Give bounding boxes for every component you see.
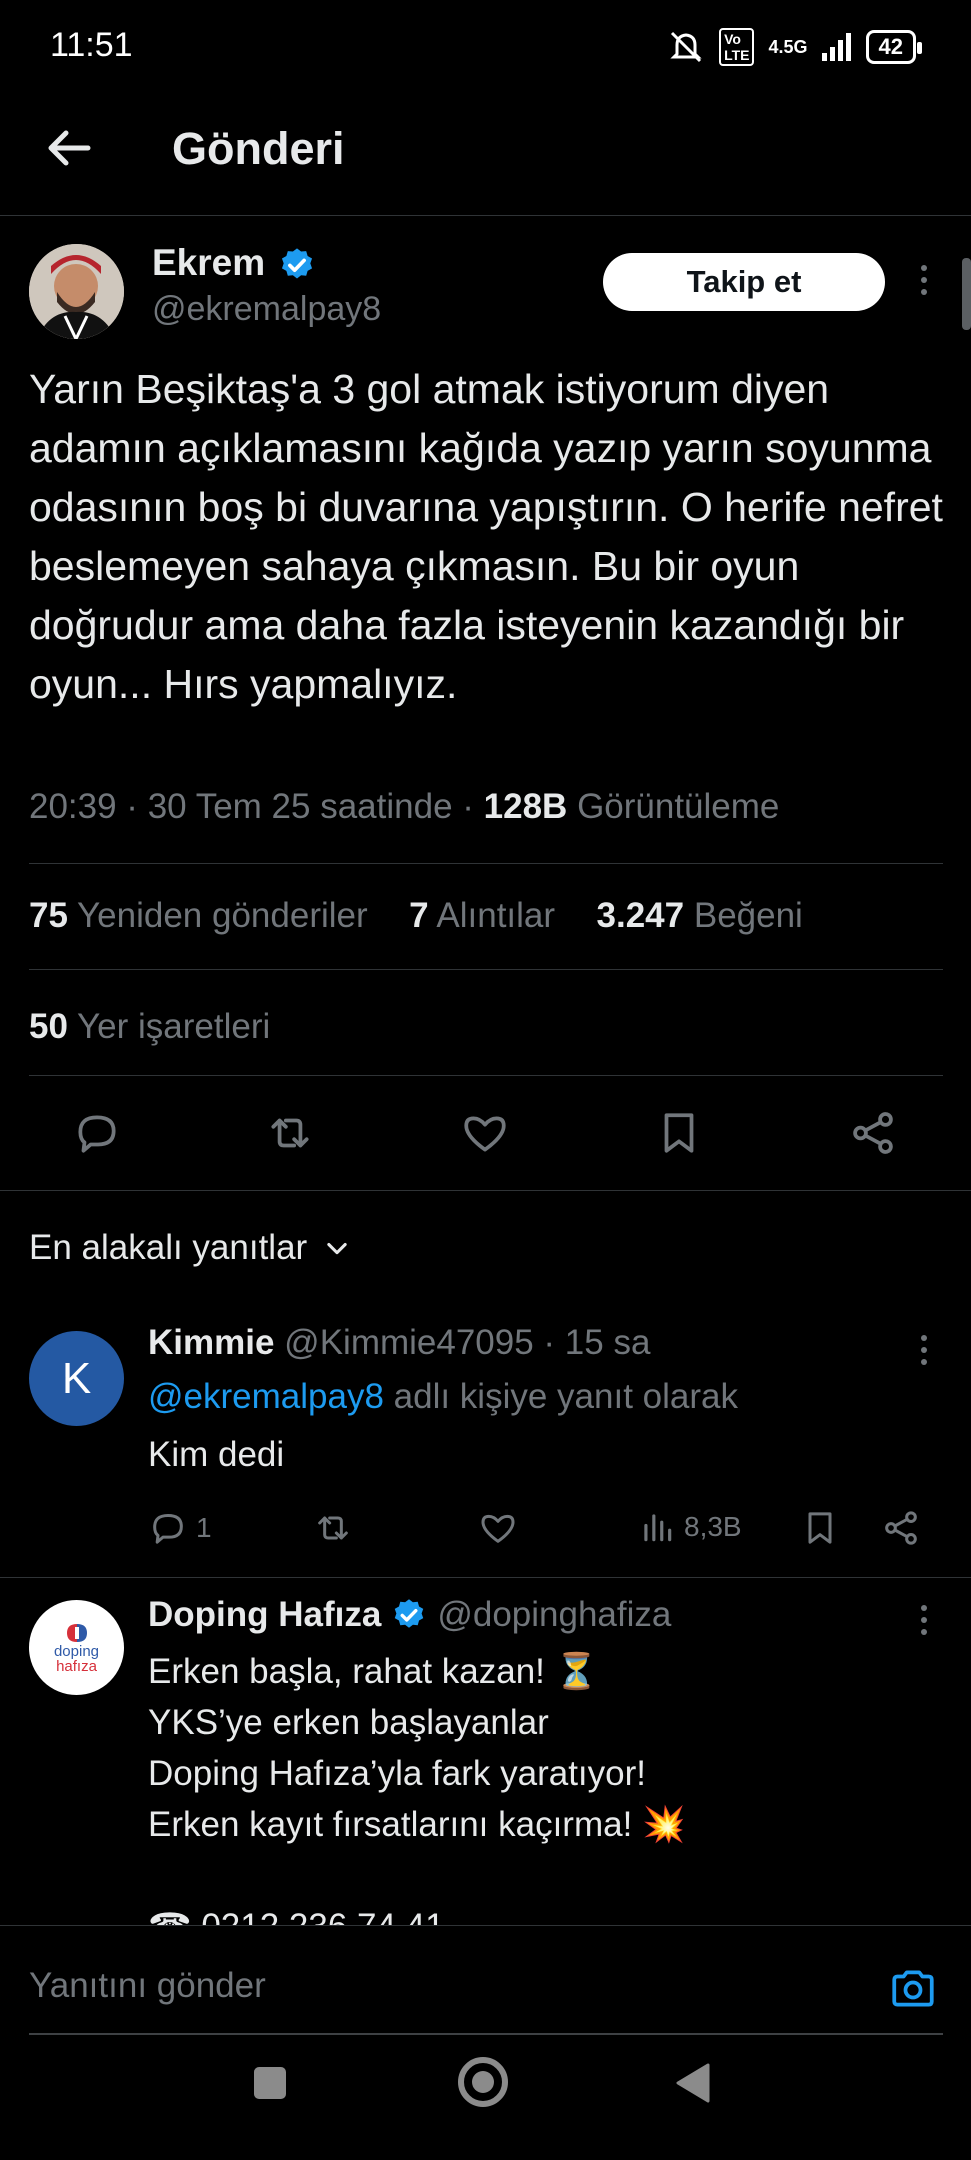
system-nav-bar xyxy=(0,2035,971,2160)
status-time: 11:51 xyxy=(50,26,133,64)
back-arrow-icon[interactable] xyxy=(44,123,94,173)
quotes-label: Alıntılar xyxy=(436,896,556,935)
mute-icon xyxy=(670,31,702,63)
divider xyxy=(29,969,943,970)
header: Gönderi xyxy=(0,95,971,216)
repost-icon[interactable] xyxy=(313,1508,353,1548)
reply-to-link[interactable]: @ekremalpay8 xyxy=(148,1377,384,1416)
scrollbar-thumb[interactable] xyxy=(962,258,971,330)
reply-line: Erken başla, rahat kazan! ⏳ xyxy=(148,1652,599,1691)
likes-stat[interactable]: 3.247 Beğeni xyxy=(597,896,803,935)
reply-avatar[interactable]: K xyxy=(29,1331,124,1426)
reply-icon xyxy=(153,1514,183,1544)
views-count: 8,3B xyxy=(684,1511,742,1542)
bookmark-icon[interactable] xyxy=(654,1108,704,1158)
recents-button[interactable] xyxy=(254,2067,286,2099)
share-icon[interactable] xyxy=(881,1508,921,1548)
section-divider xyxy=(0,1190,971,1191)
post-action-bar xyxy=(0,1108,971,1158)
share-icon[interactable] xyxy=(848,1108,898,1158)
reposts-stat[interactable]: 75 Yeniden gönderiler xyxy=(29,896,368,935)
verified-badge-icon xyxy=(395,1599,424,1628)
follow-button[interactable]: Takip et xyxy=(603,253,885,311)
camera-icon[interactable] xyxy=(888,1964,938,2014)
brand-logo-icon xyxy=(66,1623,87,1642)
reply-line: Doping Hafıza’yla fark yaratıyor! xyxy=(148,1754,646,1793)
engagement-stats: 75 Yeniden gönderiler 7 Alıntılar 3.247 … xyxy=(29,896,803,936)
reply-count: 1 xyxy=(196,1512,212,1543)
avatar-brand-bottom: hafıza xyxy=(56,1657,97,1675)
battery-icon: 42 xyxy=(865,30,923,64)
bookmark-icon[interactable] xyxy=(800,1508,840,1548)
bookmarks-stat[interactable]: 50 Yer işaretleri xyxy=(29,1007,270,1047)
network-type: 4.5G xyxy=(768,36,808,57)
quotes-count: 7 xyxy=(409,896,429,935)
views-chart-icon xyxy=(644,1514,672,1542)
volte-icon: Vo LTE xyxy=(719,28,755,66)
reply-author-handle[interactable]: @dopinghafiza xyxy=(437,1595,671,1635)
page-title: Gönderi xyxy=(172,123,345,174)
divider xyxy=(29,1075,943,1076)
reply-input[interactable]: Yanıtını gönder xyxy=(29,1966,266,2006)
replies-filter-label: En alakalı yanıtlar xyxy=(29,1228,308,1267)
views-action[interactable]: 8,3B xyxy=(638,1508,742,1546)
reposts-count: 75 xyxy=(29,896,68,935)
reply-context: @ekremalpay8 adlı kişiye yanıt olarak xyxy=(148,1377,738,1417)
reply-line: Erken kayıt fırsatlarını kaçırma! 💥 xyxy=(148,1805,686,1844)
reply-line: YKS’ye erken başlayanlar xyxy=(148,1703,549,1742)
author-handle[interactable]: @ekremalpay8 xyxy=(152,290,381,329)
reply-header: Kimmie @Kimmie47095 · 15 sa xyxy=(148,1323,650,1363)
author-name[interactable]: Ekrem xyxy=(152,242,265,284)
post-text: Yarın Beşiktaş'a 3 gol atmak istiyorum d… xyxy=(29,366,943,707)
reply-text: Kim dedi xyxy=(148,1435,285,1474)
status-bar: 11:51 Vo LTE 4.5G 42 xyxy=(0,0,971,95)
reposts-label: Yeniden gönderiler xyxy=(77,896,368,935)
reply-more-options-icon[interactable] xyxy=(906,1332,942,1368)
post-time: 20:39 · 30 Tem 25 saatinde · xyxy=(29,787,484,826)
repost-icon[interactable] xyxy=(265,1108,315,1158)
reply-author-handle[interactable]: @Kimmie47095 · 15 sa xyxy=(284,1323,650,1362)
reply-composer: Yanıtını gönder xyxy=(0,1925,971,2036)
reply-author-name[interactable]: Kimmie xyxy=(148,1323,274,1362)
reply-to-suffix: adlı kişiye yanıt olarak xyxy=(383,1377,738,1416)
reply-more-options-icon[interactable] xyxy=(906,1602,942,1638)
replies-filter[interactable]: En alakalı yanıtlar xyxy=(29,1228,351,1268)
reply-divider xyxy=(0,1577,971,1578)
like-icon[interactable] xyxy=(478,1508,518,1548)
reply-icon[interactable] xyxy=(72,1108,122,1158)
status-icons: Vo LTE 4.5G 42 xyxy=(667,28,923,66)
reply-header: Doping Hafıza @dopinghafiza xyxy=(148,1595,671,1635)
avatar-brand-top: doping xyxy=(53,1642,100,1660)
bookmarks-label: Yer işaretleri xyxy=(77,1007,271,1046)
likes-count: 3.247 xyxy=(596,896,685,935)
bookmarks-count: 50 xyxy=(29,1007,68,1046)
views-count: 128B xyxy=(483,787,568,826)
signal-icon xyxy=(821,33,851,61)
avatar-letter: K xyxy=(61,1353,92,1403)
reply-reply-action[interactable]: 1 xyxy=(148,1508,212,1548)
likes-label: Beğeni xyxy=(693,896,803,935)
home-button[interactable] xyxy=(458,2057,508,2107)
reply-avatar[interactable]: doping hafıza xyxy=(29,1600,124,1695)
back-button-icon[interactable] xyxy=(672,2061,712,2105)
reply-action-bar: 1 8,3B xyxy=(148,1508,928,1548)
reply-text: Erken başla, rahat kazan! ⏳ YKS’ye erken… xyxy=(148,1646,686,1952)
more-options-icon[interactable] xyxy=(906,262,942,298)
divider xyxy=(29,863,943,864)
quotes-stat[interactable]: 7 Alıntılar xyxy=(409,896,555,935)
verified-badge-icon xyxy=(281,248,313,279)
like-icon[interactable] xyxy=(460,1108,510,1158)
post-meta: 20:39 · 30 Tem 25 saatinde · 128B Görünt… xyxy=(29,787,779,827)
author-avatar[interactable] xyxy=(29,244,124,339)
chevron-down-icon xyxy=(327,1242,347,1255)
views-label: Görüntüleme xyxy=(577,787,780,826)
reply-author-name[interactable]: Doping Hafıza xyxy=(148,1595,381,1635)
